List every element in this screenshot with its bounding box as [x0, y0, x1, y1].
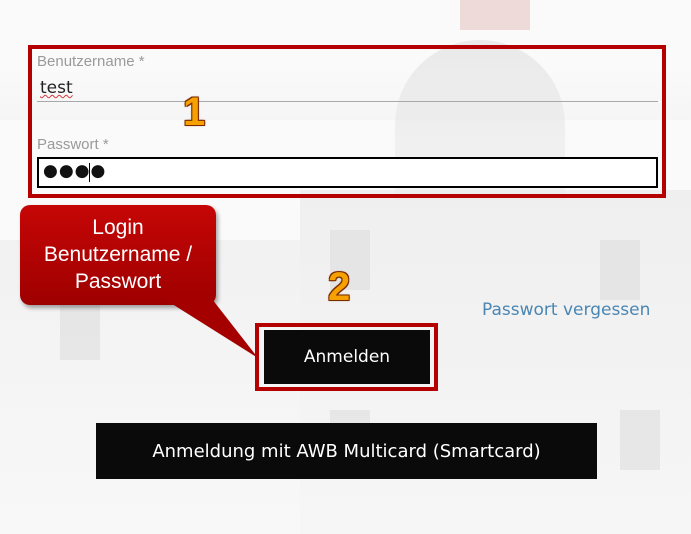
bg-flag [460, 0, 530, 30]
forgot-password-link[interactable]: Passwort vergessen [482, 300, 650, 320]
callout-pointer [150, 290, 258, 358]
login-button[interactable]: Anmelden [264, 330, 430, 384]
annotation-frame-credentials [28, 45, 666, 198]
callout-text: Login Benutzername / Passwort [20, 214, 216, 295]
bg-window [60, 300, 100, 360]
callout-line: Benutzername / [43, 243, 193, 266]
bg-window [620, 410, 660, 470]
step-number-1: 1 [183, 90, 206, 134]
callout-line: Passwort [74, 270, 162, 293]
bg-window [600, 240, 640, 300]
smartcard-login-button[interactable]: Anmeldung mit AWB Multicard (Smartcard) [96, 423, 597, 479]
callout-line: Login [92, 216, 144, 239]
step-number-2: 2 [328, 265, 351, 309]
